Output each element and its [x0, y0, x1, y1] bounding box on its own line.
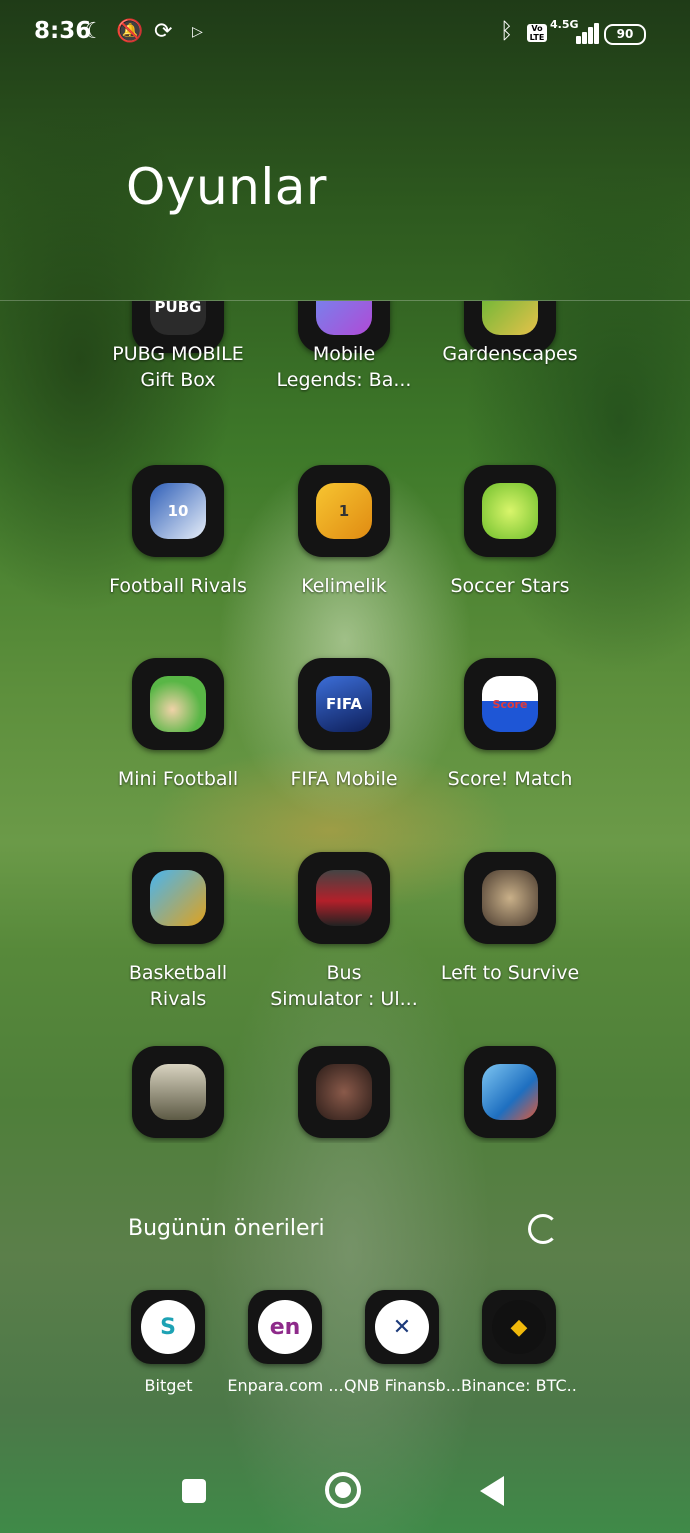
suggestion-label: Binance: BTC... — [461, 1376, 578, 1395]
app-label: Mobile Legends: Ba... — [276, 343, 412, 391]
bitget-icon: S — [131, 1290, 205, 1364]
signal-icon — [556, 22, 599, 44]
app-label: Football Rivals — [109, 575, 247, 597]
suggestion-label: QNB Finansb... — [344, 1376, 461, 1395]
suggestions-title: Bugünün önerileri — [128, 1216, 325, 1241]
app-label: Left to Survive — [440, 962, 580, 984]
app-grid[interactable]: PUBG PUBG MOBILE Gift Box Mobile Legends… — [0, 300, 690, 1143]
app-label: Kelimelik — [301, 575, 387, 597]
volte-icon: Vo LTE — [527, 24, 547, 42]
app-label: Basketball Rivals — [128, 962, 228, 1010]
mini-football-icon — [132, 658, 224, 750]
app-label: Score! Match — [447, 768, 573, 790]
kelimelik-icon: 1 — [298, 465, 390, 557]
app-label: Mini Football — [117, 768, 239, 790]
battery-icon: 90 — [604, 24, 646, 45]
suggestion-label: Bitget — [144, 1376, 193, 1395]
play-icon: ▷ — [192, 24, 203, 40]
football-rivals-icon: 10 — [132, 465, 224, 557]
navigation-bar — [0, 1450, 690, 1533]
score-match-icon: Score — [464, 658, 556, 750]
status-bar: 8:36 ☾ 🔕 ⟳ ▷ ᛒ Vo LTE 4.5G 90 — [0, 0, 690, 68]
soldier-game-icon — [132, 1046, 224, 1138]
basketball-rivals-icon — [132, 852, 224, 944]
home-icon[interactable] — [325, 1472, 361, 1508]
status-time: 8:36 — [34, 18, 92, 44]
left-to-survive-icon — [464, 852, 556, 944]
sync-icon: ⟳ — [154, 19, 173, 44]
bluetooth-icon: ᛒ — [500, 19, 514, 44]
qnb-icon: ✕ — [365, 1290, 439, 1364]
suggestion-label: Enpara.com ... — [227, 1376, 344, 1395]
recents-icon[interactable] — [182, 1479, 206, 1503]
enpara-icon: en — [248, 1290, 322, 1364]
app-label: Gardenscapes — [442, 343, 578, 365]
back-icon[interactable] — [480, 1476, 504, 1506]
mute-bell-icon: 🔕 — [116, 19, 144, 44]
refresh-icon[interactable] — [528, 1214, 558, 1244]
app-label: FIFA Mobile — [290, 768, 398, 790]
shooter-game-icon — [298, 1046, 390, 1138]
sports-game-icon — [464, 1046, 556, 1138]
binance-icon: ◆ — [482, 1290, 556, 1364]
moon-icon: ☾ — [84, 19, 104, 44]
fifa-mobile-icon: FIFA — [298, 658, 390, 750]
app-label: Soccer Stars — [450, 575, 570, 597]
bus-simulator-icon — [298, 852, 390, 944]
folder-title[interactable]: Oyunlar — [126, 158, 327, 216]
soccer-stars-icon — [464, 465, 556, 557]
app-label: Bus Simulator : Ul... — [270, 962, 418, 1010]
app-label: PUBG MOBILE Gift Box — [112, 343, 244, 391]
